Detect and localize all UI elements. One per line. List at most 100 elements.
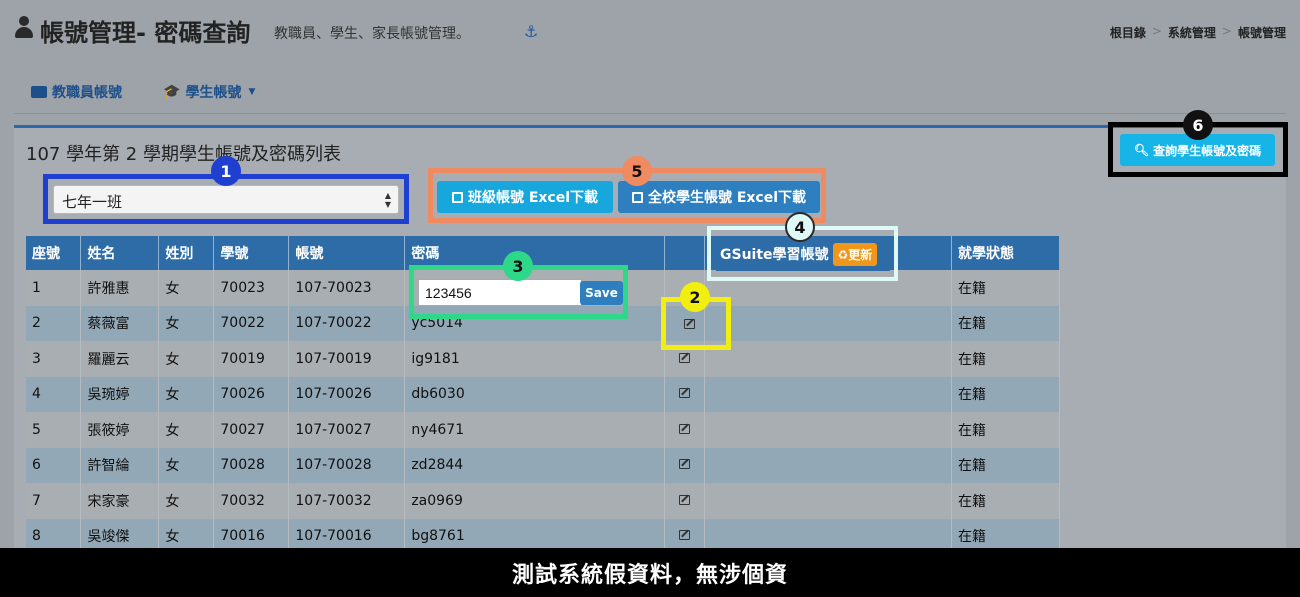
gsuite-label: GSuite學習帳號 (720, 247, 829, 263)
cell-password: ny4671 (404, 412, 666, 448)
cell-edit (664, 412, 706, 448)
cell-gender: 女 (158, 483, 215, 519)
cell-seat: 5 (26, 412, 82, 448)
col-edit (664, 236, 706, 270)
cell-gsuite (704, 483, 952, 519)
cell-student-id: 70022 (213, 305, 290, 341)
school-excel-download-button[interactable]: 全校學生帳號 Excel下載 (618, 181, 820, 213)
breadcrumb-separator: > (1151, 24, 1162, 38)
cell-student-id: 70027 (213, 412, 290, 448)
breadcrumb-root[interactable]: 根目錄 (1110, 24, 1146, 41)
col-name: 姓名 (80, 236, 160, 270)
anchor-icon[interactable]: ⚓ (524, 22, 538, 41)
cell-seat: 6 (26, 447, 82, 483)
cell-account: 107-70028 (288, 447, 406, 483)
password-save-button[interactable]: Save (580, 281, 623, 305)
tab-student-accounts[interactable]: 🎓 學生帳號 ▼ (163, 82, 255, 102)
cell-student-id: 70019 (213, 341, 290, 377)
cell-password: zd2844 (404, 447, 666, 483)
cell-password: za0969 (404, 483, 666, 519)
page-subtitle: 教職員、學生、家長帳號管理。 (274, 26, 470, 42)
step-badge-2: 2 (680, 282, 710, 312)
cell-gender: 女 (158, 376, 215, 412)
edit-icon[interactable] (679, 530, 691, 541)
class-excel-label: 班級帳號 Excel下載 (467, 190, 599, 206)
cell-seat: 3 (26, 341, 82, 377)
select-arrows-icon: ▲ ▼ (384, 191, 391, 209)
col-gender: 姓別 (158, 236, 215, 270)
cell-gsuite (704, 305, 952, 341)
cell-account: 107-70023 (288, 270, 406, 306)
edit-icon[interactable] (679, 459, 691, 470)
search-icon: 🔍︎ (1133, 143, 1150, 157)
step-badge-5: 5 (622, 156, 652, 186)
edit-icon[interactable] (679, 388, 691, 399)
cell-gender: 女 (158, 270, 215, 306)
caret-down-icon: ▼ (248, 87, 256, 97)
cell-name: 宋家豪 (80, 483, 160, 519)
cell-seat: 1 (26, 270, 82, 306)
tab-student-label: 學生帳號 (185, 85, 242, 101)
cell-status: 在籍 (951, 341, 1060, 377)
graduation-cap-icon: 🎓 (163, 84, 181, 100)
cell-edit (664, 376, 706, 412)
cell-status: 在籍 (951, 447, 1060, 483)
class-select[interactable]: 七年一班 ▲ ▼ (53, 185, 399, 214)
breadcrumb-separator: > (1221, 24, 1232, 38)
cell-student-id: 70023 (213, 270, 290, 306)
cell-name: 蔡薇富 (80, 305, 160, 341)
gsuite-update-button[interactable]: ♻更新 (832, 242, 878, 266)
step-badge-6: 6 (1183, 110, 1213, 140)
cell-name: 羅麗云 (80, 341, 160, 377)
footer-caption: 測試系統假資料，無涉個資 (0, 548, 1300, 597)
cell-name: 許智綸 (80, 447, 160, 483)
cell-name: 吳琬婷 (80, 376, 160, 412)
cell-status: 在籍 (951, 305, 1060, 341)
cell-status: 在籍 (951, 412, 1060, 448)
cell-password: ig9181 (404, 341, 666, 377)
cell-student-id: 70028 (213, 447, 290, 483)
cell-account: 107-70027 (288, 412, 406, 448)
cell-password: db6030 (404, 376, 666, 412)
col-student-id: 學號 (213, 236, 290, 270)
cell-gender: 女 (158, 412, 215, 448)
cell-status: 在籍 (951, 376, 1060, 412)
cell-edit (664, 447, 706, 483)
cell-gsuite (704, 341, 952, 377)
breadcrumb-current: 帳號管理 (1237, 26, 1286, 40)
cell-account: 107-70022 (288, 305, 406, 341)
table-row: 5 張筱婷 女 70027 107-70027 ny4671 在籍 (26, 412, 1060, 448)
edit-icon[interactable] (684, 319, 695, 329)
class-excel-download-button[interactable]: 班級帳號 Excel下載 (437, 181, 613, 213)
step-badge-4: 4 (785, 212, 815, 242)
cell-account: 107-70032 (288, 483, 406, 519)
step-badge-3: 3 (503, 251, 533, 281)
page-header: 帳號管理- 密碼查詢 教職員、學生、家長帳號管理。 ⚓ 根目錄 > 系統管理 >… (0, 0, 1300, 62)
cell-gsuite (704, 447, 952, 483)
cell-seat: 2 (26, 305, 82, 341)
school-excel-label: 全校學生帳號 Excel下載 (647, 190, 807, 206)
panel-title: 107 學年第 2 學期學生帳號及密碼列表 (26, 144, 341, 165)
cell-status: 在籍 (951, 483, 1060, 519)
cell-gsuite (704, 412, 952, 448)
cell-gender: 女 (158, 341, 215, 377)
query-button-label: 查詢學生帳號及密碼 (1153, 143, 1262, 158)
table-row: 3 羅麗云 女 70019 107-70019 ig9181 在籍 (26, 341, 1060, 377)
class-select-value: 七年一班 (62, 193, 123, 211)
save-icon (451, 191, 463, 203)
breadcrumb-system[interactable]: 系統管理 (1168, 24, 1216, 41)
col-account: 帳號 (288, 236, 406, 270)
briefcase-icon (31, 86, 47, 98)
cell-account: 107-70019 (288, 341, 406, 377)
cell-name: 張筱婷 (80, 412, 160, 448)
edit-icon[interactable] (679, 423, 691, 434)
tab-staff-accounts[interactable]: 教職員帳號 (31, 82, 122, 102)
step-badge-1: 1 (211, 156, 241, 186)
cell-edit (664, 483, 706, 519)
cell-account: 107-70026 (288, 376, 406, 412)
password-input[interactable] (418, 279, 582, 306)
edit-icon[interactable] (679, 352, 691, 363)
edit-icon[interactable] (679, 494, 691, 505)
table-row: 4 吳琬婷 女 70026 107-70026 db6030 在籍 (26, 376, 1060, 412)
gsuite-header: GSuite學習帳號 ♻更新 (716, 237, 890, 271)
